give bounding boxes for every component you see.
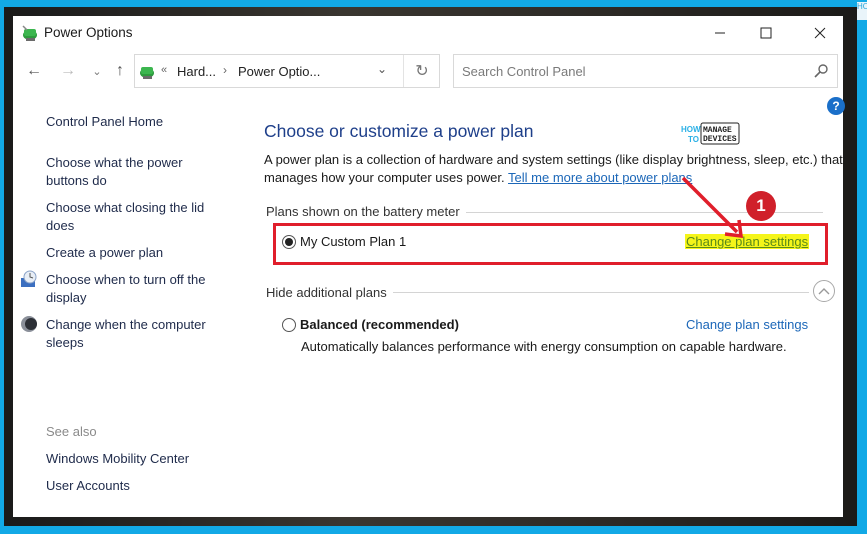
sidebar-item-turn-off-display[interactable]: Choose when to turn off the display [46, 271, 221, 307]
corner-watermark: HO [857, 2, 867, 20]
collapse-additional-plans-button[interactable] [813, 280, 835, 302]
sidebar-item-closing-lid[interactable]: Choose what closing the lid does [46, 199, 216, 235]
breadcrumb-hardware[interactable]: Hard... [177, 64, 216, 79]
navigation-bar: ← → ⌄ ↑ « Hard... › Power Optio... ⌄ ↻ S… [13, 54, 843, 90]
chevron-up-icon [818, 288, 830, 295]
page-description: A power plan is a collection of hardware… [264, 151, 844, 187]
close-icon [814, 27, 826, 38]
power-options-app-icon [22, 25, 37, 41]
search-icon[interactable] [813, 63, 829, 79]
see-also-heading: See also [46, 424, 97, 439]
plan-radio-selected[interactable] [282, 234, 296, 249]
step-number-badge: 1 [746, 191, 776, 221]
window-title: Power Options [44, 25, 133, 40]
learn-more-link[interactable]: Tell me more about power plans [508, 170, 692, 185]
up-button[interactable]: ↑ [109, 60, 131, 82]
battery-meter-section-label: Plans shown on the battery meter [266, 204, 466, 219]
sidebar-item-computer-sleeps[interactable]: Change when the computer sleeps [46, 316, 221, 352]
power-options-address-icon [140, 67, 154, 79]
svg-text:MANAGE: MANAGE [703, 126, 732, 135]
power-options-window: Power Options ← → ⌄ ↑ « Hard... › Power … [13, 16, 845, 517]
help-icon: ? [832, 99, 840, 113]
plan-name: My Custom Plan 1 [300, 234, 407, 249]
minimize-icon [715, 32, 725, 33]
arrow-left-icon: ← [26, 62, 42, 79]
address-overflow[interactable]: « [161, 64, 167, 76]
breadcrumb-power-options[interactable]: Power Optio... [238, 64, 320, 79]
hide-additional-plans-label[interactable]: Hide additional plans [266, 285, 393, 300]
address-bar[interactable]: « Hard... › Power Optio... ⌄ ↻ [134, 54, 440, 88]
page-title: Choose or customize a power plan [264, 121, 534, 141]
display-clock-icon [21, 270, 37, 287]
sidebar-item-power-buttons[interactable]: Choose what the power buttons do [46, 154, 196, 190]
svg-text:TO: TO [688, 135, 699, 144]
sidebar-item-create-plan[interactable]: Create a power plan [46, 244, 226, 262]
breadcrumb-separator[interactable]: › [223, 63, 227, 77]
sleep-moon-icon [21, 316, 37, 332]
watermark-logo-icon: HOW TO MANAGE DEVICES [681, 122, 740, 145]
forward-button[interactable]: → [57, 60, 79, 82]
plan-row-balanced[interactable]: Balanced (recommended) [282, 317, 459, 332]
recent-locations-button[interactable]: ⌄ [86, 60, 108, 82]
refresh-button[interactable]: ↻ [403, 55, 440, 87]
maximize-button[interactable] [743, 16, 789, 49]
arrow-right-icon: → [60, 62, 76, 79]
title-bar: Power Options [13, 16, 843, 50]
plan-radio-unselected[interactable] [282, 317, 296, 332]
see-also-user-accounts[interactable]: User Accounts [46, 477, 226, 495]
close-button[interactable] [797, 16, 843, 49]
chevron-down-icon: ⌄ [92, 65, 102, 78]
address-dropdown-button[interactable]: ⌄ [377, 62, 387, 76]
svg-text:HOW: HOW [681, 125, 701, 134]
plan-row-my-custom-plan[interactable]: My Custom Plan 1 [282, 234, 406, 249]
minimize-button[interactable] [697, 16, 743, 49]
howtomanagedevices-logo: HOW TO MANAGE DEVICES [681, 122, 741, 151]
sidebar-item-control-panel-home[interactable]: Control Panel Home [46, 113, 226, 131]
refresh-icon: ↻ [415, 63, 429, 80]
see-also-mobility-center[interactable]: Windows Mobility Center [46, 450, 226, 468]
plan-name: Balanced (recommended) [300, 317, 459, 332]
chevron-down-icon: ⌄ [377, 62, 388, 76]
help-button[interactable]: ? [827, 97, 845, 115]
search-input[interactable]: Search Control Panel [462, 64, 586, 79]
search-box[interactable]: Search Control Panel [453, 54, 838, 88]
back-button[interactable]: ← [23, 60, 45, 82]
arrow-up-icon: ↑ [116, 62, 124, 79]
plan-description: Automatically balances performance with … [301, 339, 787, 354]
change-plan-settings-link-balanced[interactable]: Change plan settings [686, 317, 808, 332]
svg-text:DEVICES: DEVICES [703, 135, 737, 144]
maximize-icon [760, 27, 772, 38]
annotation-arrow-icon [681, 176, 744, 239]
